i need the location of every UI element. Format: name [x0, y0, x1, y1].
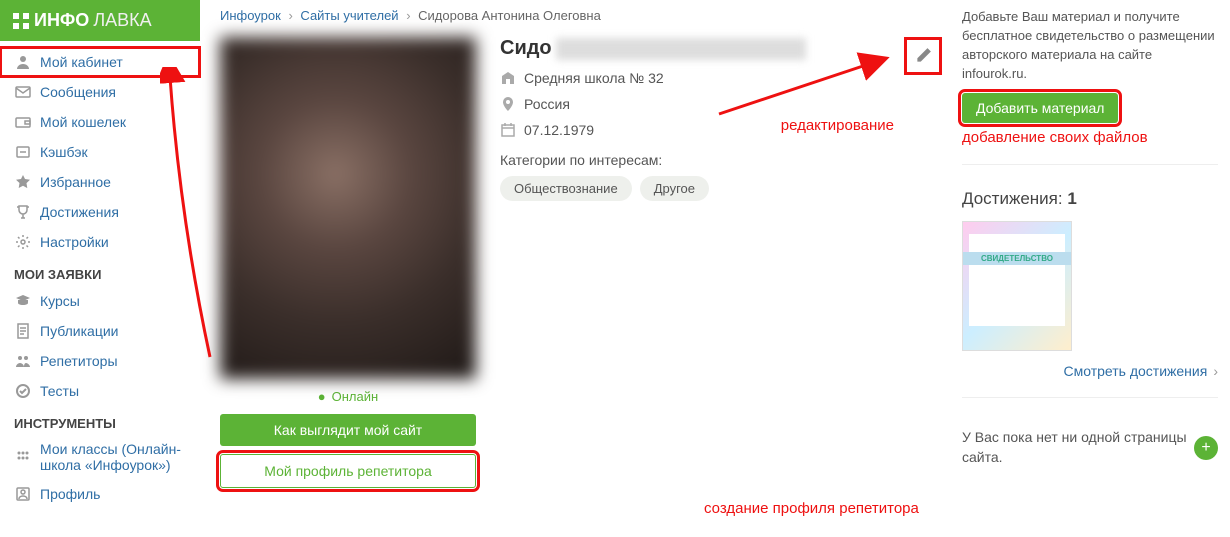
breadcrumb: Инфоурок › Сайты учителей › Сидорова Ант…	[220, 8, 942, 23]
sidebar-item-label: Мой кабинет	[40, 54, 123, 70]
sidebar-item-label: Курсы	[40, 293, 80, 309]
chevron-right-icon: ›	[288, 8, 292, 23]
annotation-add-files-label: добавление своих файлов	[962, 129, 1218, 146]
sidebar-item-messages[interactable]: Сообщения	[0, 77, 200, 107]
sidebar-item-label: Тесты	[40, 383, 79, 399]
chevron-right-icon: ›	[1213, 363, 1218, 379]
chevron-right-icon: ›	[406, 8, 410, 23]
sidebar-item-tutors[interactable]: Репетиторы	[0, 346, 200, 376]
sidebar-item-label: Публикации	[40, 323, 118, 339]
sidebar-item-settings[interactable]: Настройки	[0, 227, 200, 257]
sidebar-item-achievements[interactable]: Достижения	[0, 197, 200, 227]
profile-icon	[14, 485, 32, 503]
mail-icon	[14, 83, 32, 101]
sidebar-section-applications: МОИ ЗАЯВКИ	[0, 257, 200, 286]
sidebar-item-label: Репетиторы	[40, 353, 118, 369]
profile-country: Россия	[524, 96, 570, 112]
edit-button[interactable]	[904, 37, 942, 75]
sidebar-item-profile[interactable]: Профиль	[0, 479, 200, 509]
sidebar-item-courses[interactable]: Курсы	[0, 286, 200, 316]
breadcrumb-link-home[interactable]: Инфоурок	[220, 8, 281, 23]
gear-icon	[14, 233, 32, 251]
star-icon	[14, 173, 32, 191]
profile-birthdate: 07.12.1979	[524, 122, 594, 138]
logo-text-1: ИНФО	[34, 10, 89, 31]
redacted-name	[556, 38, 806, 60]
profile-school: Средняя школа № 32	[524, 70, 664, 86]
sidebar-section-tools: ИНСТРУМЕНТЫ	[0, 406, 200, 435]
sidebar-item-label: Достижения	[40, 204, 119, 220]
logo[interactable]: ИНФОЛАВКА	[0, 0, 200, 41]
sidebar-item-my-cabinet[interactable]: Мой кабинет	[0, 47, 200, 77]
sidebar-item-label: Кэшбэк	[40, 144, 88, 160]
trophy-icon	[14, 203, 32, 221]
logo-icon	[12, 12, 30, 30]
graduation-icon	[14, 292, 32, 310]
profile-name: Сидо	[500, 37, 806, 60]
annotation-tutor-label: создание профиля репетитора	[704, 500, 919, 517]
calendar-icon	[500, 122, 516, 138]
add-page-button[interactable]: +	[1194, 436, 1218, 460]
online-status: Онлайн	[220, 379, 476, 414]
promo-text: Добавьте Ваш материал и получите бесплат…	[962, 8, 1218, 83]
divider	[962, 164, 1218, 165]
category-tag[interactable]: Обществознание	[500, 176, 632, 201]
category-tag[interactable]: Другое	[640, 176, 709, 201]
add-material-button[interactable]: Добавить материал	[962, 93, 1118, 123]
sidebar-item-tests[interactable]: Тесты	[0, 376, 200, 406]
divider	[962, 397, 1218, 398]
sidebar-item-label: Избранное	[40, 174, 111, 190]
sidebar-item-wallet[interactable]: Мой кошелек	[0, 107, 200, 137]
breadcrumb-link-sites[interactable]: Сайты учителей	[300, 8, 398, 23]
sidebar-item-label: Сообщения	[40, 84, 116, 100]
school-icon	[500, 70, 516, 86]
certificate-thumbnail[interactable]	[962, 221, 1072, 351]
tutor-profile-button[interactable]: Мой профиль репетитора	[220, 454, 476, 488]
avatar	[220, 37, 476, 379]
sidebar-item-label: Настройки	[40, 234, 109, 250]
location-icon	[500, 96, 516, 112]
sidebar-item-label: Мои классы (Онлайн-школа «Инфоурок»)	[40, 441, 186, 473]
sidebar-item-label: Профиль	[40, 486, 100, 502]
no-pages-note: У Вас пока нет ни одной страницы сайта.	[962, 428, 1194, 467]
achievements-title: Достижения: 1	[962, 189, 1218, 209]
categories-label: Категории по интересам:	[500, 152, 942, 168]
sidebar-item-label: Мой кошелек	[40, 114, 126, 130]
people-icon	[14, 352, 32, 370]
breadcrumb-current: Сидорова Антонина Олеговна	[418, 8, 601, 23]
group-icon	[14, 448, 32, 466]
check-icon	[14, 382, 32, 400]
pencil-icon	[914, 47, 932, 65]
preview-site-button[interactable]: Как выглядит мой сайт	[220, 414, 476, 446]
user-icon	[14, 53, 32, 71]
sidebar-item-my-classes[interactable]: Мои классы (Онлайн-школа «Инфоурок»)	[0, 435, 200, 479]
sidebar-item-cashback[interactable]: Кэшбэк	[0, 137, 200, 167]
document-icon	[14, 322, 32, 340]
achievements-count: 1	[1067, 189, 1076, 208]
logo-text-2: ЛАВКА	[93, 10, 151, 31]
sidebar-item-favorites[interactable]: Избранное	[0, 167, 200, 197]
cashback-icon	[14, 143, 32, 161]
view-achievements-link[interactable]: Смотреть достижения ›	[962, 363, 1218, 379]
wallet-icon	[14, 113, 32, 131]
sidebar-item-publications[interactable]: Публикации	[0, 316, 200, 346]
